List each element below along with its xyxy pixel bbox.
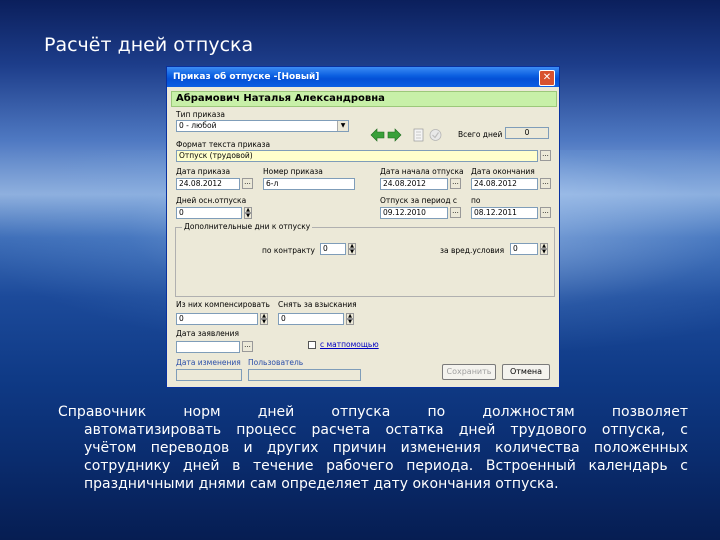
cancel-button[interactable]: Отмена bbox=[502, 364, 550, 380]
text-format-field[interactable]: Отпуск (трудовой) bbox=[176, 150, 538, 162]
window-title: Приказ об отпуске -[Новый] bbox=[173, 72, 320, 82]
contract-days-spinner[interactable]: ▲ ▼ bbox=[348, 243, 356, 255]
vacation-end-field[interactable]: 24.08.2012 bbox=[471, 178, 538, 190]
material-aid-label[interactable]: с матпомощью bbox=[320, 340, 379, 349]
application-date-field[interactable] bbox=[176, 341, 240, 353]
description-line: учётом переводов и других причин изменен… bbox=[84, 440, 688, 456]
employee-name-bar: Абрамович Наталья Александровна bbox=[171, 91, 557, 107]
disabled-check-icon[interactable] bbox=[428, 128, 443, 142]
period-from-picker-button[interactable]: ... bbox=[450, 207, 461, 218]
changed-date-label: Дата изменения bbox=[176, 358, 241, 367]
user-field bbox=[248, 369, 361, 381]
total-days-field: 0 bbox=[505, 127, 549, 139]
compensated-label: Из них компенсировать bbox=[176, 300, 270, 309]
application-date-label: Дата заявления bbox=[176, 329, 240, 338]
additional-days-group-label: Дополнительные дни к отпуску bbox=[182, 222, 313, 231]
close-icon[interactable]: ✕ bbox=[539, 70, 555, 86]
order-number-label: Номер приказа bbox=[263, 167, 323, 176]
main-days-label: Дней осн.отпуска bbox=[176, 196, 247, 205]
main-days-spinner[interactable]: ▲ ▼ bbox=[244, 207, 252, 219]
contract-days-field[interactable]: 0 bbox=[320, 243, 346, 255]
application-date-picker-button[interactable]: ... bbox=[242, 341, 253, 352]
vacation-end-picker-button[interactable]: ... bbox=[540, 178, 551, 189]
window-titlebar[interactable]: Приказ об отпуске -[Новый] ✕ bbox=[167, 67, 559, 87]
period-from-field[interactable]: 09.12.2010 bbox=[380, 207, 448, 219]
description-line: автоматизировать процесс расчета остатка… bbox=[84, 422, 688, 438]
period-to-picker-button[interactable]: ... bbox=[540, 207, 551, 218]
period-to-field[interactable]: 08.12.2011 bbox=[471, 207, 538, 219]
order-date-label: Дата приказа bbox=[176, 167, 231, 176]
period-from-label: Отпуск за период с bbox=[380, 196, 458, 205]
harmful-days-field[interactable]: 0 bbox=[510, 243, 538, 255]
vacation-start-picker-button[interactable]: ... bbox=[450, 178, 461, 189]
order-type-select[interactable]: 0 - любой ▼ bbox=[176, 120, 349, 132]
compensated-spinner[interactable]: ▲ ▼ bbox=[260, 313, 268, 325]
vacation-end-label: Дата окончания bbox=[471, 167, 535, 176]
arrow-left-icon[interactable] bbox=[370, 128, 385, 142]
order-type-label: Тип приказа bbox=[176, 110, 225, 119]
penalty-field[interactable]: 0 bbox=[278, 313, 344, 325]
main-days-field[interactable]: 0 bbox=[176, 207, 242, 219]
additional-days-group: Дополнительные дни к отпуску по контракт… bbox=[175, 222, 555, 297]
employee-name: Абрамович Наталья Александровна bbox=[176, 93, 385, 104]
order-date-field[interactable]: 24.08.2012 bbox=[176, 178, 240, 190]
description-line: Справочник норм дней отпуска по должност… bbox=[58, 404, 688, 420]
text-format-browse-button[interactable]: ... bbox=[540, 150, 551, 161]
harmful-days-spinner[interactable]: ▲ ▼ bbox=[540, 243, 548, 255]
total-days-label: Всего дней bbox=[458, 130, 503, 139]
slide-title: Расчёт дней отпуска bbox=[44, 34, 254, 56]
slide-description: Справочник норм дней отпуска по должност… bbox=[58, 403, 688, 493]
text-format-label: Формат текста приказа bbox=[176, 140, 271, 149]
vacation-start-field[interactable]: 24.08.2012 bbox=[380, 178, 448, 190]
order-type-value: 0 - любой bbox=[179, 121, 217, 130]
order-number-field[interactable]: 6-л bbox=[263, 178, 355, 190]
vacation-start-label: Дата начала отпуска bbox=[380, 167, 464, 176]
material-aid-checkbox[interactable] bbox=[308, 341, 316, 349]
order-date-picker-button[interactable]: ... bbox=[242, 178, 253, 189]
description-line: сотруднику дней в течение рабочего перио… bbox=[84, 458, 688, 474]
user-label: Пользователь bbox=[248, 358, 304, 367]
penalty-spinner[interactable]: ▲ ▼ bbox=[346, 313, 354, 325]
vacation-order-window: Приказ об отпуске -[Новый] ✕ Абрамович Н… bbox=[166, 66, 560, 388]
harmful-days-label: за вред.условия bbox=[440, 246, 505, 255]
description-line: праздничными днями сам определяет дату о… bbox=[84, 476, 559, 492]
arrow-right-icon[interactable] bbox=[387, 128, 402, 142]
chevron-down-icon[interactable]: ▼ bbox=[337, 121, 348, 131]
contract-days-label: по контракту bbox=[262, 246, 315, 255]
document-icon[interactable] bbox=[411, 128, 426, 142]
period-to-label: по bbox=[471, 196, 481, 205]
penalty-label: Снять за взыскания bbox=[278, 300, 357, 309]
changed-date-field bbox=[176, 369, 242, 381]
compensated-field[interactable]: 0 bbox=[176, 313, 258, 325]
save-button[interactable]: Сохранить bbox=[442, 364, 496, 380]
